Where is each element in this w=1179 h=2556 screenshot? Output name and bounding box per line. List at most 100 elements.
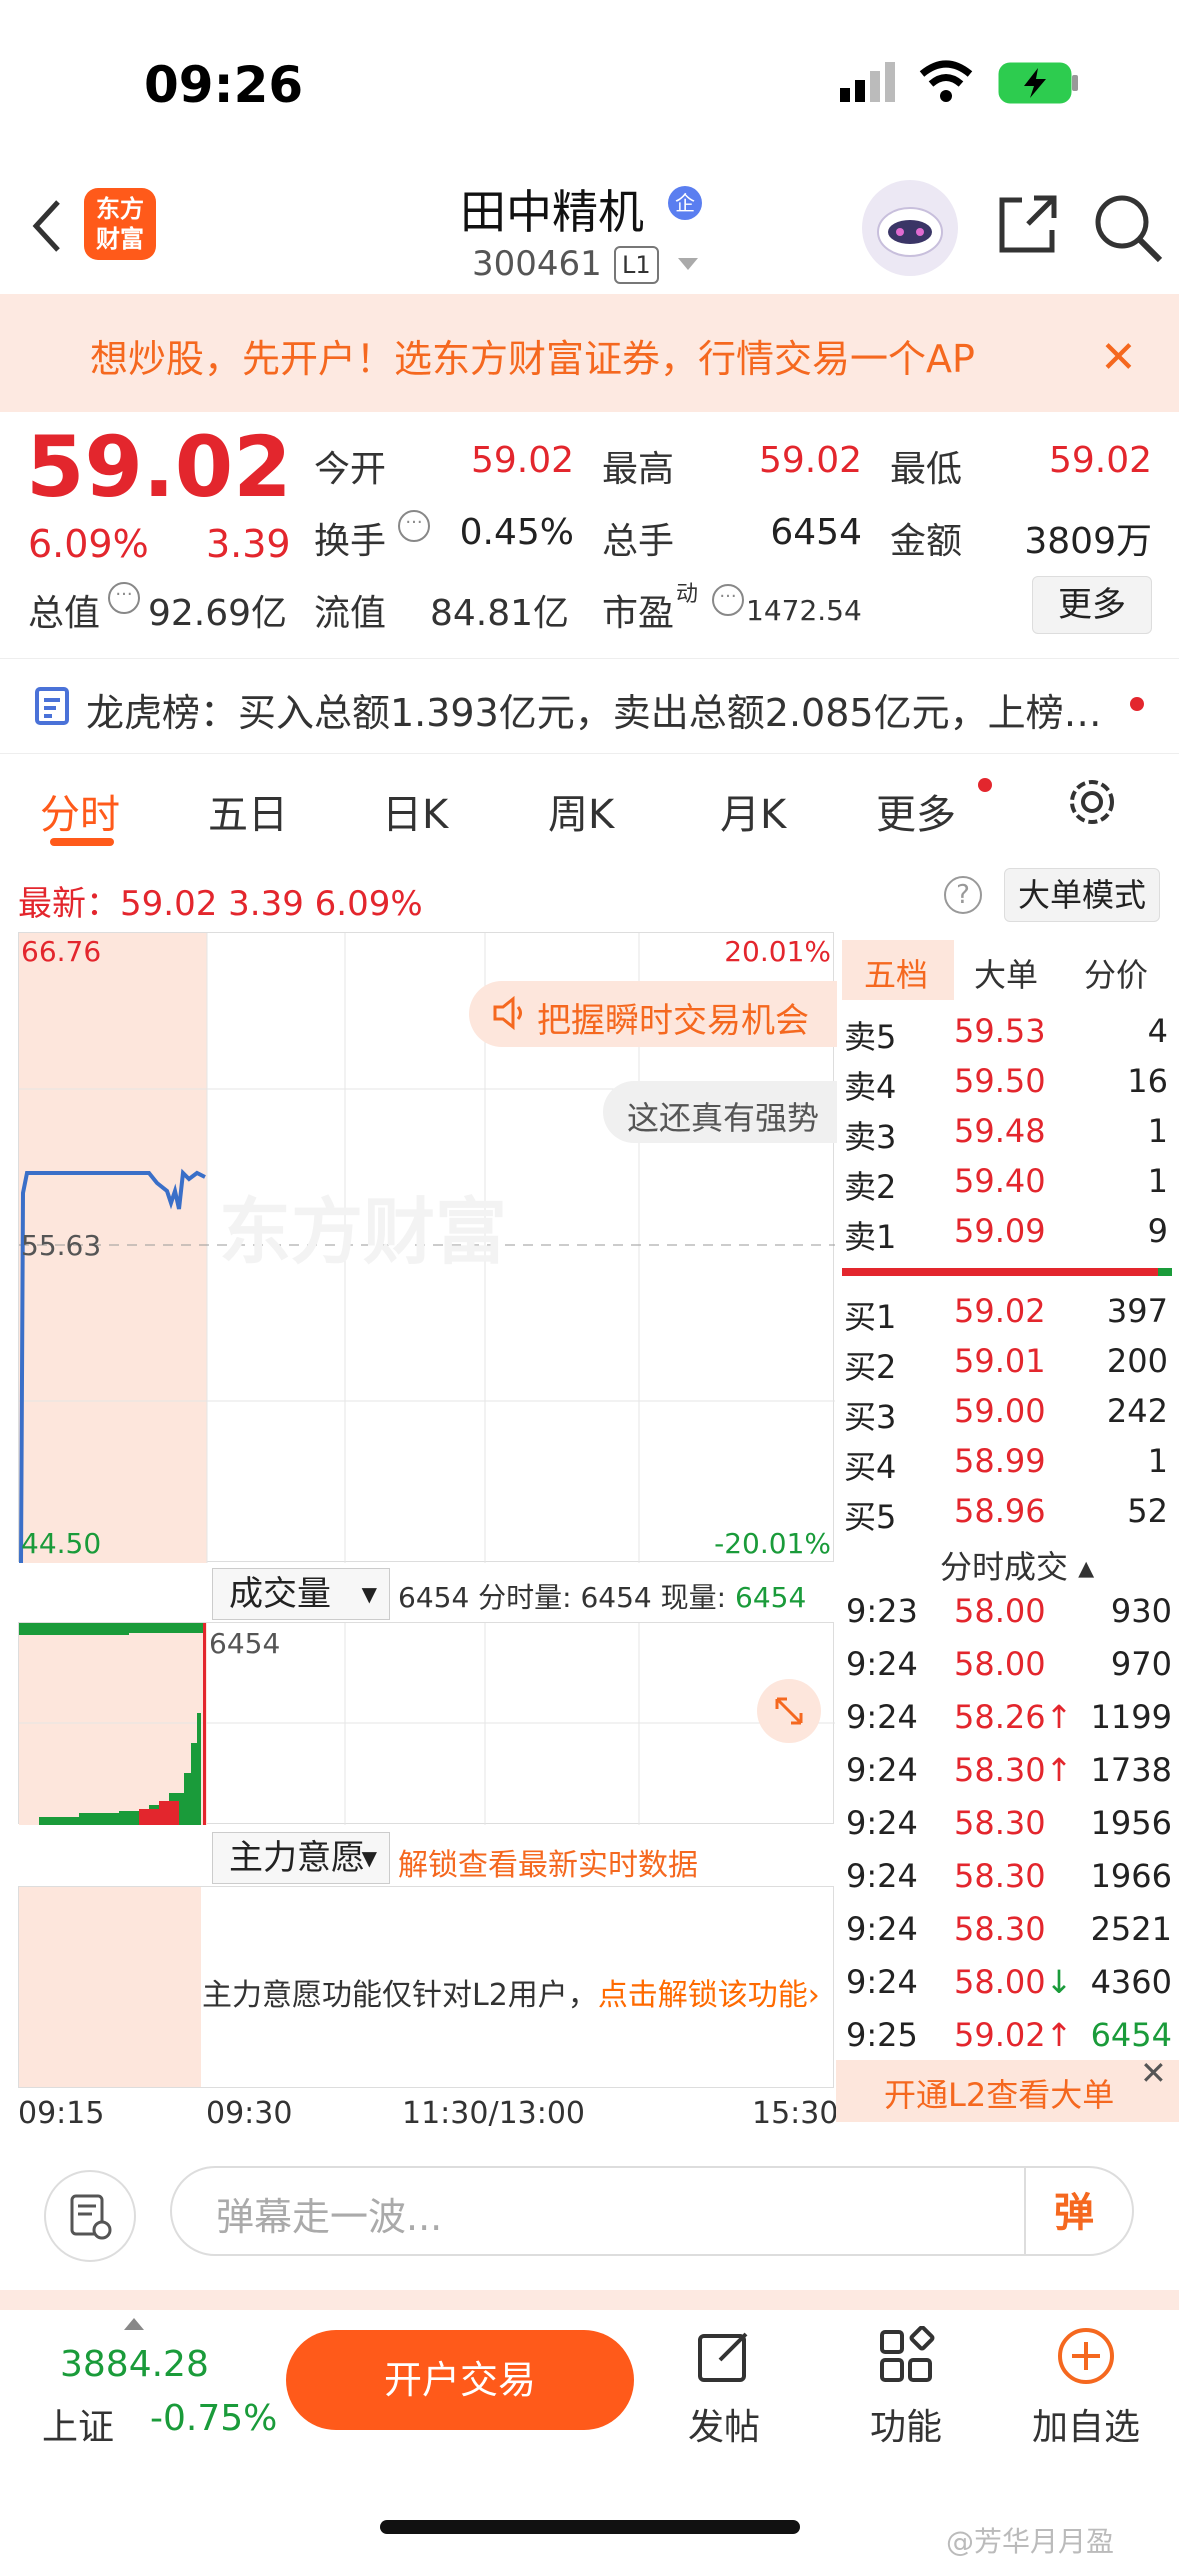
level-label: 买3 xyxy=(844,1398,897,1436)
level-price: 59.40 xyxy=(954,1162,1046,1200)
close-icon[interactable]: ✕ xyxy=(1140,2054,1167,2092)
big-order-mode-button[interactable]: 大单模式 xyxy=(1004,868,1160,922)
tab-intraday[interactable]: 分时 xyxy=(40,782,120,840)
function-label[interactable]: 功能 xyxy=(870,2398,942,2450)
tab-weekly-k[interactable]: 周K xyxy=(548,782,614,840)
time-label: 11:30/13:00 xyxy=(402,2096,586,2131)
close-icon[interactable]: ✕ xyxy=(1100,332,1137,383)
tick-volume: 2521 xyxy=(1090,1910,1172,1948)
level-price: 59.01 xyxy=(954,1342,1046,1380)
tick-row: 9:24 58.30 2521 xyxy=(844,1910,1174,1962)
active-tab-indicator xyxy=(50,838,114,846)
tick-price: 58.30 xyxy=(954,1857,1046,1895)
bids-row: 买1 59.02 397 xyxy=(844,1292,1170,1342)
info-icon[interactable]: ··· xyxy=(712,584,744,616)
mktcap-value: 92.69亿 xyxy=(148,593,288,634)
level-label: 卖2 xyxy=(844,1168,897,1206)
volume-dropdown[interactable]: 成交量 ▼ xyxy=(212,1568,390,1620)
tick-price: 58.00 xyxy=(954,1592,1046,1630)
more-button[interactable]: 更多 xyxy=(1032,576,1152,634)
intraday-chart[interactable]: 东方财富 66.76 55.63 44.50 20.01% -20.01% 把握… xyxy=(18,932,837,1563)
change-percent: 6.09% xyxy=(28,522,149,566)
tick-price: 59.02↑ xyxy=(954,2016,1073,2054)
mktcap-label: 总值 xyxy=(28,593,101,634)
danmu-placeholder[interactable]: 弹幕走一波... xyxy=(216,2186,442,2241)
volume-info: 6454 分时量: 6454 现量: 6454 xyxy=(398,1581,807,1614)
volume-value: 6454 xyxy=(770,512,862,553)
notification-dot xyxy=(978,778,992,792)
share-icon[interactable] xyxy=(992,190,1062,260)
level-price: 58.96 xyxy=(954,1492,1046,1530)
main-force-dropdown[interactable]: 主力意愿 ▼ xyxy=(212,1832,390,1884)
open-account-trade-button[interactable]: 开户交易 xyxy=(286,2330,634,2430)
promo-text[interactable]: 想炒股，先开户！选东方财富证券，行情交易一个AP xyxy=(90,328,1060,383)
tab-daily-k[interactable]: 日K xyxy=(382,782,448,840)
y-min-label: 44.50 xyxy=(21,1527,102,1560)
dragon-tiger-text[interactable]: 龙虎榜：买入总额1.393亿元，卖出总额2.085亿元，上榜… xyxy=(86,682,1106,737)
latest-quote: 最新：59.02 3.39 6.09% xyxy=(18,884,423,924)
index-value[interactable]: 3884.28 xyxy=(60,2344,209,2385)
apps-icon[interactable] xyxy=(876,2325,936,2386)
robot-assistant-icon[interactable] xyxy=(862,180,958,276)
post-icon[interactable] xyxy=(694,2326,754,2386)
pe-label: 市盈 xyxy=(602,593,675,634)
info-icon[interactable]: ··· xyxy=(108,582,140,614)
buy-sell-ratio-bar-green xyxy=(1158,1268,1172,1276)
tab-big-orders[interactable]: 大单 xyxy=(974,950,1038,996)
tab-level5[interactable]: 五档 xyxy=(864,950,928,996)
level-label: 买1 xyxy=(844,1298,897,1336)
post-label[interactable]: 发帖 xyxy=(688,2398,760,2450)
level-label: 卖4 xyxy=(844,1068,897,1106)
level-quantity: 1 xyxy=(1147,1442,1168,1480)
danmu-toggle-icon[interactable]: 弹 xyxy=(1054,2180,1094,2238)
help-icon[interactable]: ? xyxy=(944,876,982,914)
change-amount: 3.39 xyxy=(206,522,291,566)
y-mid-label: 55.63 xyxy=(21,1229,102,1262)
tick-time: 9:24 xyxy=(846,1698,918,1736)
level-price: 59.48 xyxy=(954,1112,1046,1150)
info-icon[interactable]: ··· xyxy=(398,510,430,542)
level-price: 59.02 xyxy=(954,1292,1046,1330)
comment-bubble[interactable]: 这还真有强势 xyxy=(603,1081,837,1143)
enterprise-badge: 企 xyxy=(668,186,702,220)
promo-bubble[interactable]: 把握瞬时交易机会 xyxy=(469,981,837,1047)
level-price: 59.09 xyxy=(954,1212,1046,1250)
chevron-down-icon[interactable] xyxy=(678,258,698,270)
eastmoney-logo: 东方 财富 xyxy=(84,188,156,260)
search-icon[interactable] xyxy=(1090,190,1166,266)
level-badge: L1 xyxy=(614,246,659,284)
comment-settings-icon[interactable] xyxy=(44,2170,136,2262)
add-watchlist-label[interactable]: 加自选 xyxy=(1032,2398,1140,2450)
home-indicator[interactable] xyxy=(380,2520,800,2534)
unlock-link[interactable]: 解锁查看最新实时数据 xyxy=(398,1840,698,1884)
tab-more[interactable]: 更多 xyxy=(876,782,956,840)
level-label: 卖1 xyxy=(844,1218,897,1256)
bubble-text[interactable]: 把握瞬时交易机会 xyxy=(537,993,809,1042)
gear-icon[interactable] xyxy=(1066,776,1118,828)
tick-row: 9:24 58.30 1956 xyxy=(844,1804,1174,1856)
comment-bubble-text: 这还真有强势 xyxy=(627,1099,820,1137)
tab-price-dist[interactable]: 分价 xyxy=(1084,950,1148,996)
tick-volume: 4360 xyxy=(1090,1963,1172,2001)
volume-chart[interactable]: 6454 xyxy=(18,1622,835,1825)
back-icon[interactable] xyxy=(28,196,68,256)
tick-price: 58.30↑ xyxy=(954,1751,1073,1789)
l2-upsell-text[interactable]: 开通L2查看大单 xyxy=(884,2070,1114,2116)
low-value: 59.02 xyxy=(1048,440,1152,481)
tick-volume: 1738 xyxy=(1090,1751,1172,1789)
asks-row: 卖4 59.50 16 xyxy=(844,1062,1170,1112)
level-price: 59.50 xyxy=(954,1062,1046,1100)
unlock-feature-link[interactable]: 点击解锁该功能› xyxy=(598,1978,820,2013)
level-quantity: 1 xyxy=(1147,1112,1168,1150)
index-name[interactable]: 上证 xyxy=(42,2398,114,2450)
tick-row: 9:24 58.00 ↓ 4360 xyxy=(844,1963,1174,2015)
expand-icon[interactable] xyxy=(757,1679,821,1743)
tab-monthly-k[interactable]: 月K xyxy=(720,782,786,840)
level-quantity: 52 xyxy=(1127,1492,1168,1530)
tick-trades-title[interactable]: 分时成交 ▴ xyxy=(940,1542,1094,1588)
tick-row: 9:24 58.00 970 xyxy=(844,1645,1174,1697)
tab-five-day[interactable]: 五日 xyxy=(208,782,288,840)
plus-circle-icon[interactable] xyxy=(1056,2326,1116,2386)
index-change[interactable]: -0.75% xyxy=(150,2398,277,2439)
asks-row: 卖2 59.40 1 xyxy=(844,1162,1170,1212)
